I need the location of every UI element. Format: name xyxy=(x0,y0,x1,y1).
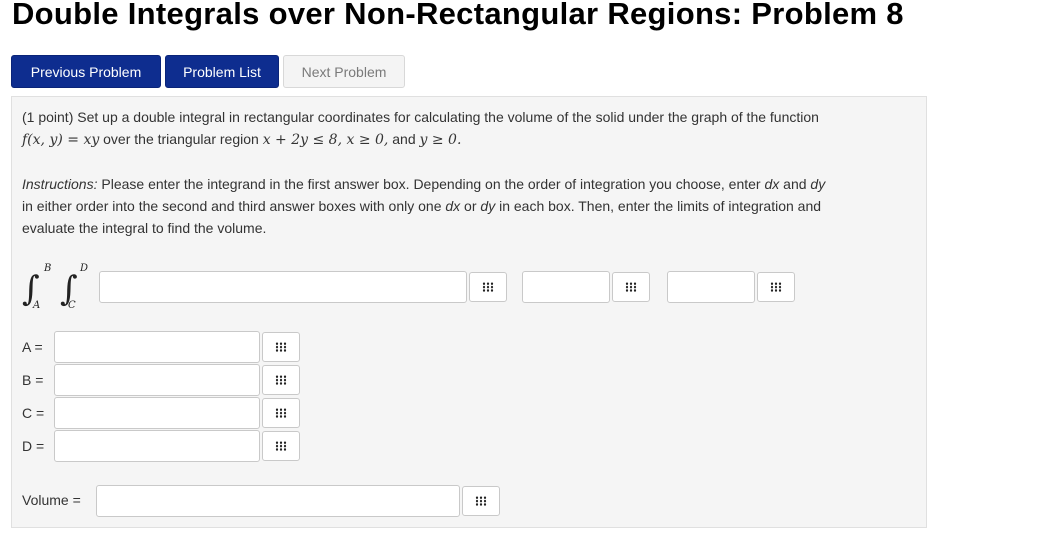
limit-a-label: A = xyxy=(22,339,43,355)
problem-list-button[interactable]: Problem List xyxy=(165,55,279,88)
y-condition: y ≥ 0. xyxy=(419,132,462,148)
problem-statement-line1: (1 point) Set up a double integral in re… xyxy=(22,109,819,125)
problem-panel xyxy=(11,96,927,528)
limit-b-input[interactable] xyxy=(54,364,260,396)
keypad-icon xyxy=(275,342,287,352)
equation-editor-button[interactable] xyxy=(262,365,300,395)
instructions-label: Instructions: xyxy=(22,176,98,192)
keypad-icon xyxy=(475,496,487,506)
keypad-icon xyxy=(770,282,782,292)
region-expression: x + 2y ≤ 8, x ≥ 0, xyxy=(262,132,389,148)
limit-c-label: C = xyxy=(22,405,45,421)
second-differential-input[interactable] xyxy=(667,271,755,303)
upper-limit-b: B xyxy=(44,263,52,274)
equation-editor-button[interactable] xyxy=(262,398,300,428)
upper-limit-d: D xyxy=(80,263,89,274)
equation-editor-button[interactable] xyxy=(262,332,300,362)
keypad-icon xyxy=(275,441,287,451)
first-differential-input[interactable] xyxy=(522,271,610,303)
keypad-icon xyxy=(275,408,287,418)
keypad-icon xyxy=(625,282,637,292)
instructions-line2: in either order into the second and thir… xyxy=(22,198,822,214)
limit-d-label: D = xyxy=(22,438,45,454)
problem-statement-line2: f(x, y) = xy over the triangular region … xyxy=(22,131,462,148)
keypad-icon xyxy=(275,375,287,385)
equation-editor-button[interactable] xyxy=(262,431,300,461)
page-title: Double Integrals over Non-Rectangular Re… xyxy=(12,0,904,31)
instructions-line3: evaluate the integral to find the volume… xyxy=(22,220,267,236)
integrand-input[interactable] xyxy=(99,271,467,303)
volume-label: Volume = xyxy=(22,492,81,508)
function-expression: f(x, y) = xy xyxy=(22,132,100,148)
limit-a-input[interactable] xyxy=(54,331,260,363)
previous-problem-button[interactable]: Previous Problem xyxy=(11,55,161,88)
limit-c-input[interactable] xyxy=(54,397,260,429)
equation-editor-button[interactable] xyxy=(612,272,650,302)
lower-limit-c: C xyxy=(68,300,76,311)
limit-b-label: B = xyxy=(22,372,44,388)
keypad-icon xyxy=(482,282,494,292)
limit-d-input[interactable] xyxy=(54,430,260,462)
equation-editor-button[interactable] xyxy=(469,272,507,302)
lower-limit-a: A xyxy=(33,300,41,311)
instructions-line1: Instructions: Please enter the integrand… xyxy=(22,176,826,192)
equation-editor-button[interactable] xyxy=(757,272,795,302)
volume-input[interactable] xyxy=(96,485,460,517)
equation-editor-button[interactable] xyxy=(462,486,500,516)
next-problem-button[interactable]: Next Problem xyxy=(283,55,405,88)
